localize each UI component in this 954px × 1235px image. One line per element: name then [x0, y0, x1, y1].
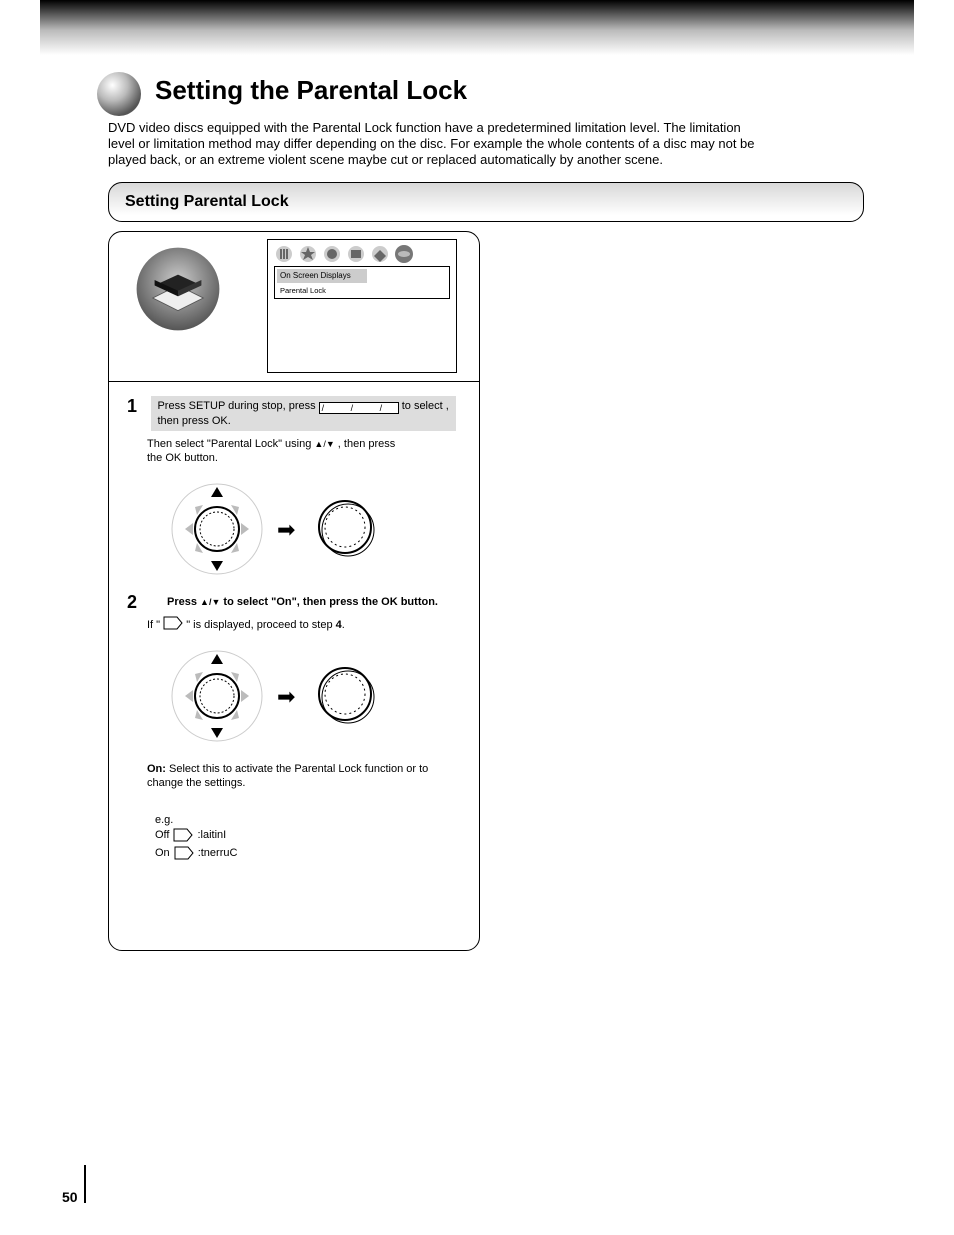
step-number: 2	[147, 595, 167, 610]
sphere-bullet-icon	[95, 70, 143, 118]
osd-tab-icon	[322, 244, 342, 264]
text: :tnerruC	[198, 844, 238, 862]
osd-tab-icon	[370, 244, 390, 264]
text: Press	[167, 596, 200, 608]
page-number-rule	[84, 1165, 86, 1203]
text: the OK button.	[147, 452, 218, 464]
example-label: e.g.	[155, 814, 461, 826]
step-number: 1	[127, 396, 147, 417]
text: On	[155, 844, 170, 862]
osd-list-item: Parental Lock	[277, 285, 447, 296]
text: , then press	[338, 438, 395, 450]
up-down-arrow-icon: ▲/▼	[200, 597, 220, 607]
step-detail: On: Select this to activate the Parental…	[147, 762, 461, 790]
subtitle-line: level or limitation method may differ de…	[108, 136, 755, 151]
subtitle-line: DVD video discs equipped with the Parent…	[108, 120, 741, 135]
arrow-right-icon: ➡	[277, 684, 295, 710]
tag-icon	[173, 828, 193, 842]
text: .	[342, 619, 345, 631]
step-1: 1 Press SETUP during stop, press / / / t…	[127, 396, 461, 579]
main-panel: On Screen Displays Parental Lock 1 Press…	[108, 231, 480, 951]
osd-tab-icon	[298, 244, 318, 264]
tag-icon	[174, 846, 194, 860]
example-row: Off :laitinI	[155, 826, 461, 844]
osd-tab-icon	[274, 244, 294, 264]
page-number: 50	[62, 1189, 78, 1205]
label: On:	[147, 763, 166, 775]
step-instruction: Press SETUP during stop, press / / / to …	[151, 396, 456, 431]
tag-icon	[163, 616, 183, 630]
dpad-icon	[167, 646, 267, 746]
button-placeholder-icon: / / /	[319, 402, 399, 414]
arrow-right-icon: ➡	[277, 517, 295, 543]
example-row: On :tnerruC	[155, 844, 461, 862]
control-illustration: ➡	[167, 646, 461, 746]
subtitle-line: played back, or an extreme violent scene…	[108, 152, 663, 167]
text: Off	[155, 826, 169, 844]
ok-button-icon	[315, 664, 375, 724]
osd-tab-icon	[346, 244, 366, 264]
up-down-arrow-icon: ▲/▼	[314, 439, 334, 449]
osd-icon-row	[268, 240, 456, 266]
device-icon	[133, 244, 223, 334]
osd-tab-icon	[394, 244, 414, 264]
osd-preview: On Screen Displays Parental Lock	[267, 239, 457, 373]
text: Then select "Parental Lock" using	[147, 438, 314, 450]
subtitle: DVD video discs equipped with the Parent…	[108, 120, 755, 168]
header-gradient	[40, 0, 914, 55]
osd-list: On Screen Displays Parental Lock	[274, 266, 450, 299]
osd-list-item: On Screen Displays	[277, 269, 367, 283]
dpad-icon	[167, 479, 267, 579]
section-bar: Setting Parental Lock	[108, 182, 864, 222]
text: Press ▲/▼ to select "On", then press the…	[167, 596, 438, 608]
step-detail: Then select "Parental Lock" using ▲/▼ , …	[147, 437, 461, 465]
step-2: 2Press ▲/▼ to select "On", then press th…	[127, 595, 461, 862]
control-illustration: ➡	[167, 479, 461, 579]
ok-button-icon	[315, 497, 375, 557]
example-block: e.g. Off :laitinI On :tnerruC	[155, 814, 461, 862]
step-detail: If " " is displayed, proceed to step 4.	[147, 616, 461, 632]
text: Press SETUP during stop, press	[157, 400, 318, 412]
text: to select "On", then press the OK button…	[220, 596, 438, 608]
text: :laitinI	[197, 826, 226, 844]
text: Select this to activate the Parental Loc…	[147, 763, 428, 789]
page-title: Setting the Parental Lock	[155, 75, 467, 106]
